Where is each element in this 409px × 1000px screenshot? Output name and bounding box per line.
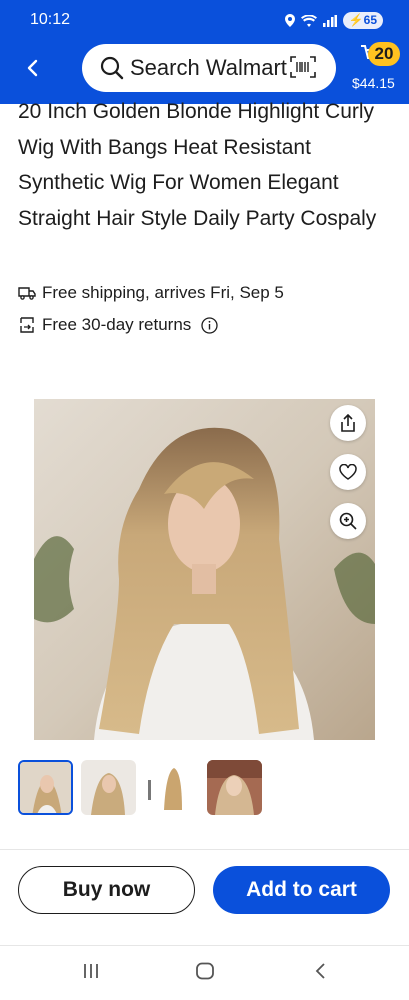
thumbnail-strip bbox=[18, 760, 262, 815]
system-nav-bar bbox=[0, 946, 409, 1000]
thumbnail-image bbox=[20, 762, 71, 813]
recents-icon[interactable] bbox=[82, 962, 100, 980]
search-bar[interactable]: Search Walmart bbox=[82, 44, 336, 92]
thumbnail-image bbox=[207, 760, 262, 815]
favorite-button[interactable] bbox=[330, 454, 366, 490]
buy-now-button[interactable]: Buy now bbox=[18, 866, 195, 914]
returns-row: Free 30-day returns bbox=[18, 315, 218, 335]
back-button[interactable] bbox=[18, 54, 46, 82]
status-time: 10:12 bbox=[30, 11, 71, 28]
divider bbox=[0, 849, 409, 850]
app-header: 10:12 ⚡65 Search Walmart 20 $44.15 bbox=[0, 0, 409, 104]
share-button[interactable] bbox=[330, 405, 366, 441]
status-icons: ⚡65 bbox=[284, 12, 383, 29]
thumbnail-1[interactable] bbox=[18, 760, 73, 815]
cart-button[interactable]: 20 $44.15 bbox=[352, 42, 402, 96]
return-icon bbox=[20, 317, 34, 333]
heart-icon bbox=[339, 464, 357, 480]
shipping-row: Free shipping, arrives Fri, Sep 5 bbox=[18, 283, 284, 303]
thumbnail-4[interactable] bbox=[207, 760, 262, 815]
battery-indicator: ⚡65 bbox=[342, 12, 383, 29]
thumbnail-2[interactable] bbox=[81, 760, 136, 815]
product-image[interactable] bbox=[34, 399, 375, 740]
product-photo bbox=[34, 399, 375, 740]
cart-count-badge: 20 bbox=[368, 42, 400, 66]
share-icon bbox=[341, 414, 355, 432]
home-icon[interactable] bbox=[195, 962, 215, 980]
status-bar: 10:12 ⚡65 bbox=[0, 0, 409, 40]
wifi-icon bbox=[300, 14, 317, 27]
barcode-scan-icon[interactable] bbox=[290, 56, 316, 78]
battery-level: 65 bbox=[363, 13, 377, 27]
add-to-cart-button[interactable]: Add to cart bbox=[213, 866, 390, 914]
truck-icon bbox=[18, 287, 36, 300]
zoom-button[interactable] bbox=[330, 503, 366, 539]
back-icon[interactable] bbox=[313, 962, 327, 980]
shipping-text: Free shipping, arrives Fri, Sep 5 bbox=[42, 283, 284, 302]
thumbnail-image bbox=[144, 760, 199, 815]
returns-text: Free 30-day returns bbox=[42, 315, 192, 334]
product-title: 20 Inch Golden Blonde Highlight Curly Wi… bbox=[18, 100, 377, 230]
info-icon[interactable] bbox=[201, 316, 218, 334]
signal-icon bbox=[322, 14, 337, 27]
location-icon bbox=[284, 14, 295, 27]
cart-total: $44.15 bbox=[352, 75, 395, 91]
search-input[interactable]: Search Walmart bbox=[130, 55, 287, 81]
search-icon bbox=[100, 56, 124, 80]
back-arrow-icon bbox=[27, 59, 38, 77]
zoom-icon bbox=[339, 512, 357, 530]
thumbnail-3[interactable] bbox=[144, 760, 199, 815]
thumbnail-image bbox=[81, 760, 136, 815]
